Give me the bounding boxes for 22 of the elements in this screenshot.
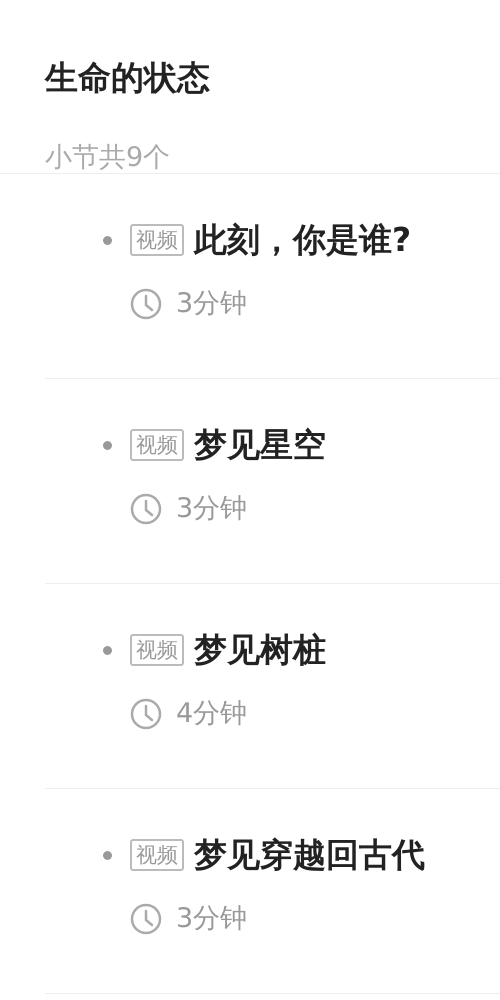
clock-icon <box>130 698 162 730</box>
video-tag: 视频 <box>130 839 184 871</box>
bullet-icon <box>103 646 112 654</box>
bullet-icon <box>103 440 112 450</box>
video-tag: 视频 <box>130 634 184 666</box>
clock-icon <box>130 903 162 935</box>
clock-icon <box>130 288 162 320</box>
lesson-duration: 4分钟 <box>176 697 248 731</box>
bullet-icon <box>103 850 112 860</box>
lesson-title[interactable]: 梦见穿越回古代 <box>194 833 425 877</box>
lesson-title[interactable]: 此刻，你是谁? <box>194 218 412 262</box>
video-tag: 视频 <box>130 429 184 461</box>
section-title: 生命的状态 <box>45 57 211 99</box>
lesson-title[interactable]: 梦见星空 <box>194 423 326 467</box>
lesson-duration: 3分钟 <box>176 902 248 936</box>
lesson-duration: 3分钟 <box>176 287 248 321</box>
clock-icon <box>130 493 162 525</box>
lesson-duration: 3分钟 <box>176 492 248 526</box>
lesson-title[interactable]: 梦见树桩 <box>194 628 326 672</box>
lesson-count: 小节共9个 <box>45 141 170 175</box>
bullet-icon <box>103 236 112 244</box>
video-tag: 视频 <box>130 224 184 256</box>
